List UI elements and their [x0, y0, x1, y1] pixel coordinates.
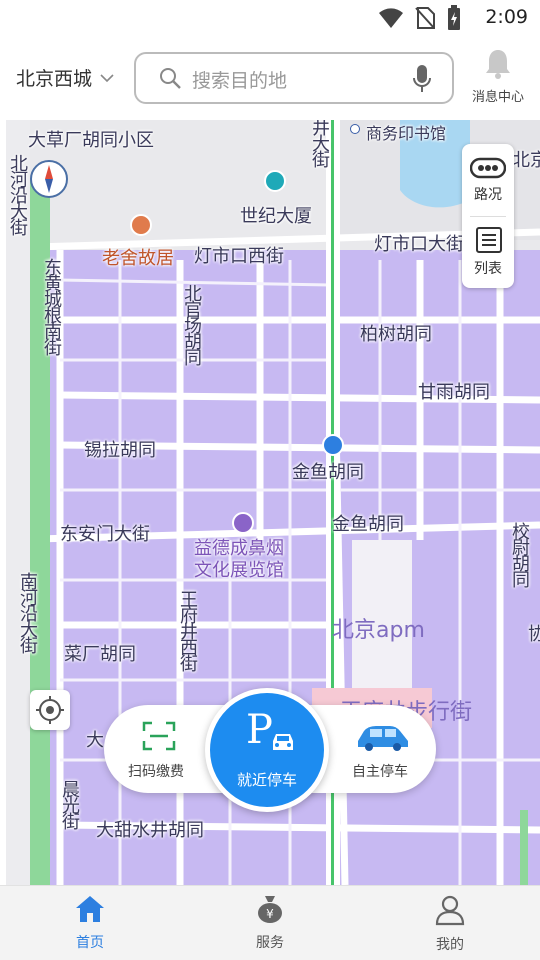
- home-icon: [76, 896, 104, 922]
- map-label: 金鱼胡同: [292, 462, 364, 483]
- map-label: 益德成鼻烟文化展览馆: [194, 538, 284, 581]
- map-label: 锡拉胡同: [84, 440, 156, 461]
- map-label: 校尉胡同: [509, 522, 530, 586]
- status-bar: 2:09: [0, 0, 540, 36]
- list-label: 列表: [474, 261, 502, 277]
- map-label: 灯市口西街: [194, 246, 284, 267]
- divider: [470, 216, 506, 217]
- map-label: 北河沿大街: [7, 154, 28, 234]
- locate-button[interactable]: [30, 690, 70, 730]
- map-label: 北京apm: [332, 618, 425, 643]
- map-label: 东安门大街: [60, 524, 150, 545]
- city-selector[interactable]: 北京西城: [16, 64, 114, 91]
- map-label: 南河沿大街: [17, 572, 38, 652]
- car-front-icon: [273, 734, 293, 750]
- tab-home[interactable]: 首页: [45, 894, 135, 952]
- bottom-tab-bar: 首页 ¥ 服务 我的: [0, 885, 540, 960]
- traffic-label: 路况: [474, 187, 502, 203]
- map-label: 老舍故居: [102, 248, 174, 269]
- tab-service-label: 服务: [256, 935, 284, 951]
- clock: 2:09: [485, 6, 528, 28]
- tab-mine-label: 我的: [436, 937, 464, 953]
- scan-pay-label: 扫码缴费: [128, 764, 184, 780]
- microphone-icon[interactable]: [412, 64, 432, 94]
- self-parking-label: 自主停车: [352, 764, 408, 780]
- map-label: 大草厂胡同小区: [28, 130, 154, 151]
- status-icons: [378, 5, 462, 31]
- traffic-button[interactable]: 路况: [462, 150, 514, 214]
- metro-marker[interactable]: [322, 434, 344, 456]
- map-label: 柏树胡同: [360, 324, 432, 345]
- map-label: 北京: [512, 150, 540, 171]
- map-view[interactable]: 大草厂胡同小区 井大街 商务印书馆 北京 北河沿大街 世纪大厦 老舍故居 灯市口…: [0, 120, 540, 885]
- exhibition-marker[interactable]: [232, 512, 254, 534]
- list-button[interactable]: 列表: [462, 222, 514, 286]
- bell-icon: [486, 50, 510, 79]
- museum-marker[interactable]: [130, 214, 152, 236]
- locate-icon: [36, 696, 64, 724]
- nearby-parking-button[interactable]: P 就近停车: [205, 688, 329, 812]
- scan-pay-button[interactable]: 扫码缴费: [118, 713, 208, 785]
- search-icon: [160, 68, 181, 89]
- message-center-button[interactable]: 消息中心: [466, 48, 530, 105]
- compass-icon: [45, 165, 53, 193]
- map-label: 东黄城根南街: [41, 258, 62, 354]
- chevron-down-icon: [100, 73, 114, 82]
- map-label: 大甜水井胡同: [96, 820, 204, 841]
- map-label: 大: [86, 730, 104, 751]
- self-parking-button[interactable]: 自主停车: [340, 713, 430, 785]
- map-tools-panel: 路况 列表: [462, 144, 514, 288]
- tab-home-label: 首页: [76, 935, 104, 951]
- bus-stop-marker[interactable]: [264, 170, 286, 192]
- map-label: 甘雨胡同: [418, 382, 490, 403]
- tab-service[interactable]: ¥ 服务: [225, 894, 315, 952]
- compass-button[interactable]: [30, 160, 68, 198]
- header: 北京西城 搜索目的地 消息中心: [0, 36, 540, 120]
- map-label: 井大街: [309, 120, 330, 166]
- svg-text:¥: ¥: [266, 907, 274, 921]
- traffic-icon: [470, 157, 506, 179]
- map-label: 世纪大厦: [240, 206, 312, 227]
- map-label: 协: [528, 624, 540, 645]
- map-label: 王府井西街: [177, 590, 198, 670]
- user-icon: [435, 895, 465, 926]
- map-label: 灯市口大街: [374, 234, 464, 255]
- parking-letter: P: [246, 707, 273, 753]
- search-placeholder: 搜索目的地: [192, 70, 288, 92]
- city-label: 北京西城: [16, 68, 93, 90]
- scan-icon: [142, 721, 176, 751]
- car-icon: [358, 726, 408, 751]
- map-label: 北官场胡同: [181, 284, 202, 364]
- nearby-parking-label: 就近停车: [236, 771, 297, 789]
- tab-mine[interactable]: 我的: [405, 894, 495, 954]
- wifi-icon: [379, 8, 403, 28]
- money-bag-icon: ¥: [258, 896, 282, 923]
- search-input[interactable]: 搜索目的地: [134, 52, 454, 104]
- commercial-press-marker[interactable]: [350, 124, 360, 134]
- battery-charging-icon: [448, 5, 460, 30]
- map-label: 金鱼胡同: [332, 514, 404, 535]
- list-icon: [476, 227, 502, 253]
- map-label: 菜厂胡同: [64, 644, 136, 665]
- parking-icon: P: [242, 707, 298, 763]
- map-label: 商务印书馆: [366, 124, 447, 143]
- message-center-label: 消息中心: [471, 90, 524, 105]
- no-sim-icon: [415, 7, 435, 29]
- map-label: 晨光街: [59, 780, 80, 828]
